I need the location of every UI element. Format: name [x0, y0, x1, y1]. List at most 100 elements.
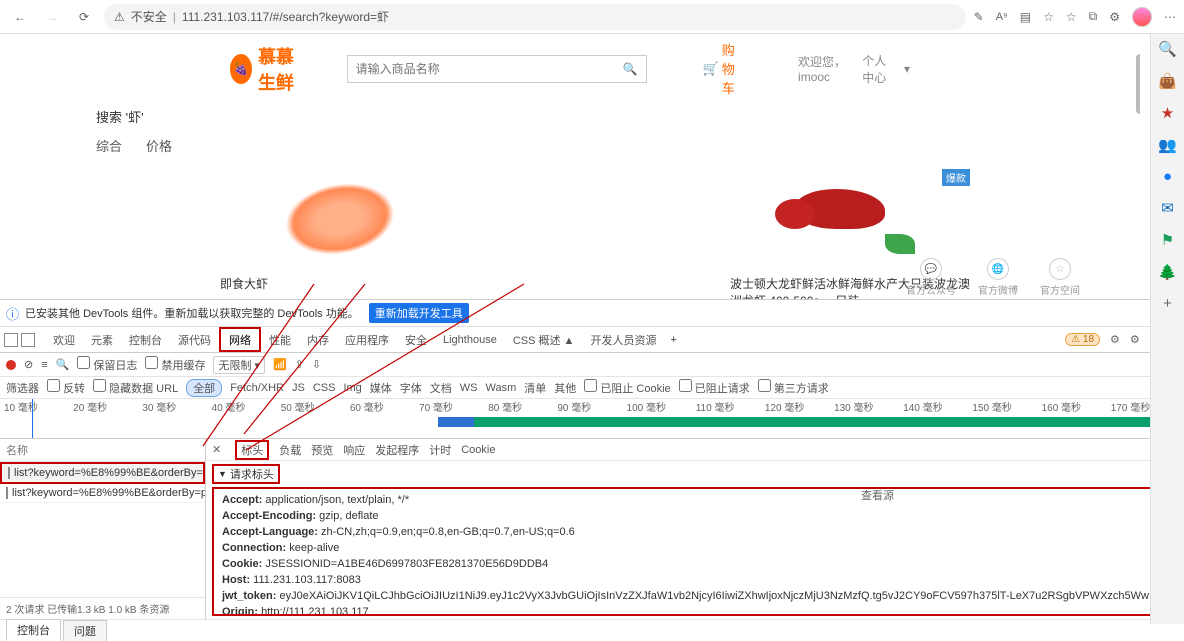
- throttle-select[interactable]: 无限制 ▾: [213, 356, 265, 374]
- shopping-icon[interactable]: 👜: [1158, 72, 1177, 90]
- tab-memory[interactable]: 内存: [299, 327, 337, 352]
- search-net-icon[interactable]: 🔍: [56, 358, 70, 371]
- star-icon[interactable]: ☆: [1066, 10, 1077, 24]
- tab-css-overview[interactable]: CSS 概述 ▲: [505, 327, 583, 352]
- preserve-log-checkbox[interactable]: 保留日志: [77, 356, 137, 373]
- filter-icon[interactable]: ≡: [41, 359, 47, 371]
- chevron-down-icon: ▾: [904, 62, 910, 76]
- inspect-icon[interactable]: [4, 333, 18, 347]
- address-bar[interactable]: ⚠ 不安全 | 111.231.103.117/#/search?keyword…: [104, 4, 966, 30]
- filter-type[interactable]: JS: [292, 382, 305, 394]
- tab-headers[interactable]: 标头: [235, 440, 269, 460]
- social-links: 💬官方公众号 🌐官方微博 ☆官方空间: [906, 258, 1080, 297]
- blocked-req-checkbox[interactable]: 已阻止请求: [679, 379, 750, 396]
- search-icon[interactable]: 🔍: [623, 62, 638, 76]
- tab-response[interactable]: 响应: [343, 442, 365, 458]
- download-icon[interactable]: ⇩: [312, 358, 321, 371]
- clear-icon[interactable]: ⊘: [24, 358, 33, 371]
- user-center-link[interactable]: 个人中心: [862, 52, 896, 86]
- flag-icon[interactable]: ⚑: [1161, 231, 1174, 249]
- favorite-icon[interactable]: ☆: [1043, 10, 1054, 24]
- drawer-tab-issues[interactable]: 问题: [63, 620, 107, 641]
- social-qzone[interactable]: ☆官方空间: [1040, 258, 1080, 297]
- plus-icon[interactable]: +: [664, 334, 682, 346]
- reader-icon[interactable]: ▤: [1020, 10, 1031, 24]
- tab-price[interactable]: 价格: [146, 136, 172, 155]
- reload-button[interactable]: ⟳: [72, 5, 96, 29]
- filter-type[interactable]: Fetch/XHR: [230, 382, 284, 394]
- hide-data-checkbox[interactable]: 隐藏数据 URL: [93, 379, 178, 396]
- star-rail-icon[interactable]: ★: [1161, 104, 1174, 122]
- product-card[interactable]: 即食大虾: [220, 169, 460, 299]
- warning-count[interactable]: ⚠ 18: [1065, 333, 1100, 346]
- filter-all[interactable]: 全部: [186, 379, 222, 397]
- tab-elements[interactable]: 元素: [83, 327, 121, 352]
- tab-network[interactable]: 网络: [219, 327, 261, 352]
- profile-avatar[interactable]: [1132, 7, 1152, 27]
- read-icon[interactable]: ✎: [974, 10, 984, 24]
- tab-cookies[interactable]: Cookie: [461, 444, 495, 456]
- social-weibo[interactable]: 🌐官方微博: [978, 258, 1018, 297]
- tree-icon[interactable]: 🌲: [1158, 263, 1177, 281]
- search-icon[interactable]: 🔍: [1158, 40, 1177, 58]
- filter-type[interactable]: 媒体: [370, 380, 392, 396]
- close-detail-icon[interactable]: ✕: [212, 443, 221, 456]
- invert-checkbox[interactable]: 反转: [47, 379, 85, 396]
- people-icon[interactable]: 👥: [1158, 136, 1177, 154]
- devtools-panel: ⓘ 已安装其他 DevTools 组件。重新加载以获取完整的 DevTools …: [0, 299, 1184, 641]
- request-headers-section[interactable]: ▼ 请求标头: [212, 464, 280, 484]
- issues-icon[interactable]: ⚙: [1110, 333, 1120, 346]
- back-button[interactable]: ←: [8, 5, 32, 29]
- filter-type[interactable]: Wasm: [486, 382, 517, 394]
- column-name: 名称: [0, 439, 205, 462]
- tab-application[interactable]: 应用程序: [337, 327, 397, 352]
- collections-icon[interactable]: ⧉: [1089, 9, 1098, 24]
- drawer-tab-console[interactable]: 控制台: [6, 619, 61, 641]
- tab-timing[interactable]: 计时: [429, 442, 451, 458]
- filter-type[interactable]: WS: [460, 382, 478, 394]
- tab-security[interactable]: 安全: [397, 327, 435, 352]
- aa-icon[interactable]: A⁹: [996, 11, 1008, 23]
- cart-link[interactable]: 🛒 购物车: [703, 40, 746, 97]
- wifi-icon[interactable]: 📶: [273, 358, 287, 371]
- tab-welcome[interactable]: 欢迎: [45, 327, 83, 352]
- third-party-checkbox[interactable]: 第三方请求: [758, 379, 829, 396]
- plus-rail-icon[interactable]: +: [1163, 295, 1172, 312]
- extensions-icon[interactable]: ⚙: [1109, 10, 1120, 24]
- more-icon[interactable]: ⋯: [1164, 10, 1176, 24]
- tab-comprehensive[interactable]: 综合: [96, 136, 122, 155]
- forward-button[interactable]: →: [40, 5, 64, 29]
- filter-type[interactable]: 文档: [430, 380, 452, 396]
- filter-type[interactable]: Img: [343, 382, 361, 394]
- reload-devtools-button[interactable]: 重新加载开发工具: [369, 303, 469, 323]
- device-icon[interactable]: [21, 333, 35, 347]
- gear-icon[interactable]: ⚙: [1130, 333, 1140, 346]
- filter-type[interactable]: 字体: [400, 380, 422, 396]
- outlook-icon[interactable]: ✉: [1161, 199, 1174, 217]
- tab-payload[interactable]: 负载: [279, 442, 301, 458]
- tab-dev-resources[interactable]: 开发人员资源: [582, 327, 664, 352]
- tab-performance[interactable]: 性能: [261, 327, 299, 352]
- tab-lighthouse[interactable]: Lighthouse: [435, 327, 505, 352]
- filter-type[interactable]: CSS: [313, 382, 336, 394]
- bing-icon[interactable]: ●: [1163, 168, 1172, 185]
- tab-preview[interactable]: 预览: [311, 442, 333, 458]
- site-logo[interactable]: 🍇 慕慕生鲜: [230, 43, 311, 95]
- upload-icon[interactable]: ⇧: [295, 358, 304, 371]
- page-scrollbar[interactable]: [1136, 34, 1140, 299]
- blocked-cookies-checkbox[interactable]: 已阻止 Cookie: [584, 379, 670, 396]
- tab-sources[interactable]: 源代码: [170, 327, 219, 352]
- filter-type[interactable]: 其他: [554, 380, 576, 396]
- record-button[interactable]: [6, 360, 16, 370]
- search-box[interactable]: 🔍: [347, 55, 647, 83]
- request-item[interactable]: list?keyword=%E8%99%BE&orderBy=price+asc…: [0, 484, 205, 503]
- filter-type[interactable]: 清单: [524, 380, 546, 396]
- request-item[interactable]: list?keyword=%E8%99%BE&orderBy=price+asc…: [0, 462, 205, 484]
- tab-console[interactable]: 控制台: [121, 327, 170, 352]
- network-timeline[interactable]: 10 毫秒20 毫秒30 毫秒40 毫秒50 毫秒60 毫秒70 毫秒80 毫秒…: [0, 399, 1184, 439]
- social-wechat[interactable]: 💬官方公众号: [906, 258, 956, 297]
- disable-cache-checkbox[interactable]: 禁用缓存: [145, 356, 205, 373]
- edge-sidebar: 🔍 👜 ★ 👥 ● ✉ ⚑ 🌲 +: [1150, 34, 1184, 624]
- search-input[interactable]: [356, 62, 623, 76]
- tab-initiator[interactable]: 发起程序: [375, 442, 419, 458]
